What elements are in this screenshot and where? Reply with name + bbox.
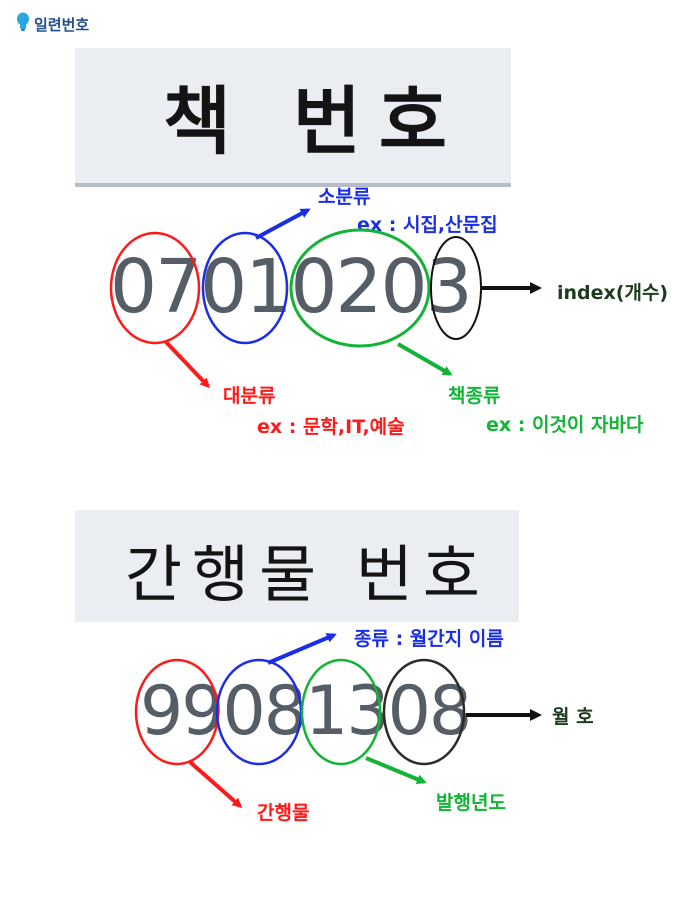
periodical-kind-circle	[215, 658, 303, 766]
periodical-pub-arrow	[188, 760, 243, 808]
book-major-arrow	[164, 340, 211, 389]
book-sub-arrow	[255, 208, 311, 240]
periodical-issue-circle	[382, 658, 466, 766]
periodical-kind-arrow	[267, 633, 337, 665]
book-index-circle	[430, 236, 482, 340]
book-kind-arrow	[397, 342, 453, 376]
book-kind-circle	[289, 228, 431, 348]
periodical-pub-circle	[134, 658, 220, 766]
annotation-overlay	[109, 208, 542, 808]
book-sub-circle	[201, 231, 289, 345]
book-major-circle	[109, 231, 201, 345]
periodical-year-circle	[300, 658, 382, 766]
